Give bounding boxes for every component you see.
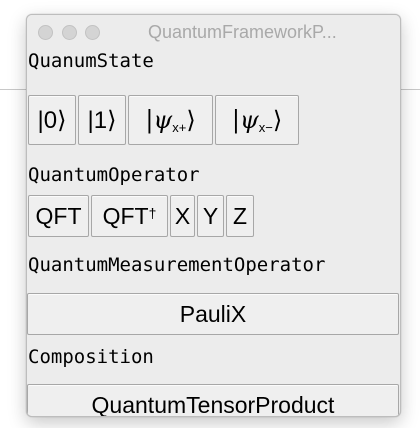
paulix-measurement-button[interactable]: PauliX [27,293,399,335]
psi-x-plus-prefix: |ψ [145,106,173,134]
state-one-label: |1⟩ [87,106,117,134]
quantum-operator-label: QuantumOperator [28,164,200,186]
dagger-superscript: † [148,205,157,221]
state-zero-button[interactable]: |0⟩ [28,95,76,145]
x-operator-label: X [174,202,191,229]
qft-label: QFT [35,202,82,229]
psi-x-plus-suffix: ⟩ [186,106,196,134]
qft-button[interactable]: QFT [28,195,89,237]
quantum-state-label: QuanumState [28,50,154,72]
psi-x-minus-prefix: |ψ [231,106,259,134]
state-psi-x-minus-button[interactable]: |ψ x− ⟩ [215,95,299,145]
pauli-z-operator-button[interactable]: Z [226,195,254,237]
z-operator-label: Z [232,202,248,229]
title-bar[interactable]: QuantumFrameworkP... [27,15,400,50]
window-title: QuantumFrameworkP... [148,22,337,42]
psi-x-minus-suffix: ⟩ [272,106,283,134]
state-one-button[interactable]: |1⟩ [78,95,126,145]
psi-x-minus-subscript: x− [258,119,273,135]
pauli-x-operator-button[interactable]: X [170,195,195,237]
pauli-y-operator-button[interactable]: Y [197,195,224,237]
y-operator-label: Y [202,202,219,229]
psi-x-plus-subscript: x+ [172,119,187,135]
quantum-tensor-product-label: QuantumTensorProduct [91,391,335,417]
state-psi-x-plus-button[interactable]: |ψ x+ ⟩ [128,95,213,145]
composition-label: Composition [28,346,154,368]
app-window: QuantumFrameworkP... QuanumState |0⟩ |1⟩… [26,14,401,417]
zoom-window-button[interactable] [85,25,100,40]
minimize-window-button[interactable] [62,25,77,40]
quantum-tensor-product-button[interactable]: QuantumTensorProduct [27,384,399,417]
quantum-measurement-operator-label: QuantumMeasurementOperator [28,254,326,276]
qft-dagger-label: QFT [102,202,149,229]
close-window-button[interactable] [38,25,53,40]
qft-dagger-button[interactable]: QFT † [91,195,168,237]
state-zero-label: |0⟩ [37,106,67,134]
paulix-measurement-label: PauliX [179,300,247,327]
